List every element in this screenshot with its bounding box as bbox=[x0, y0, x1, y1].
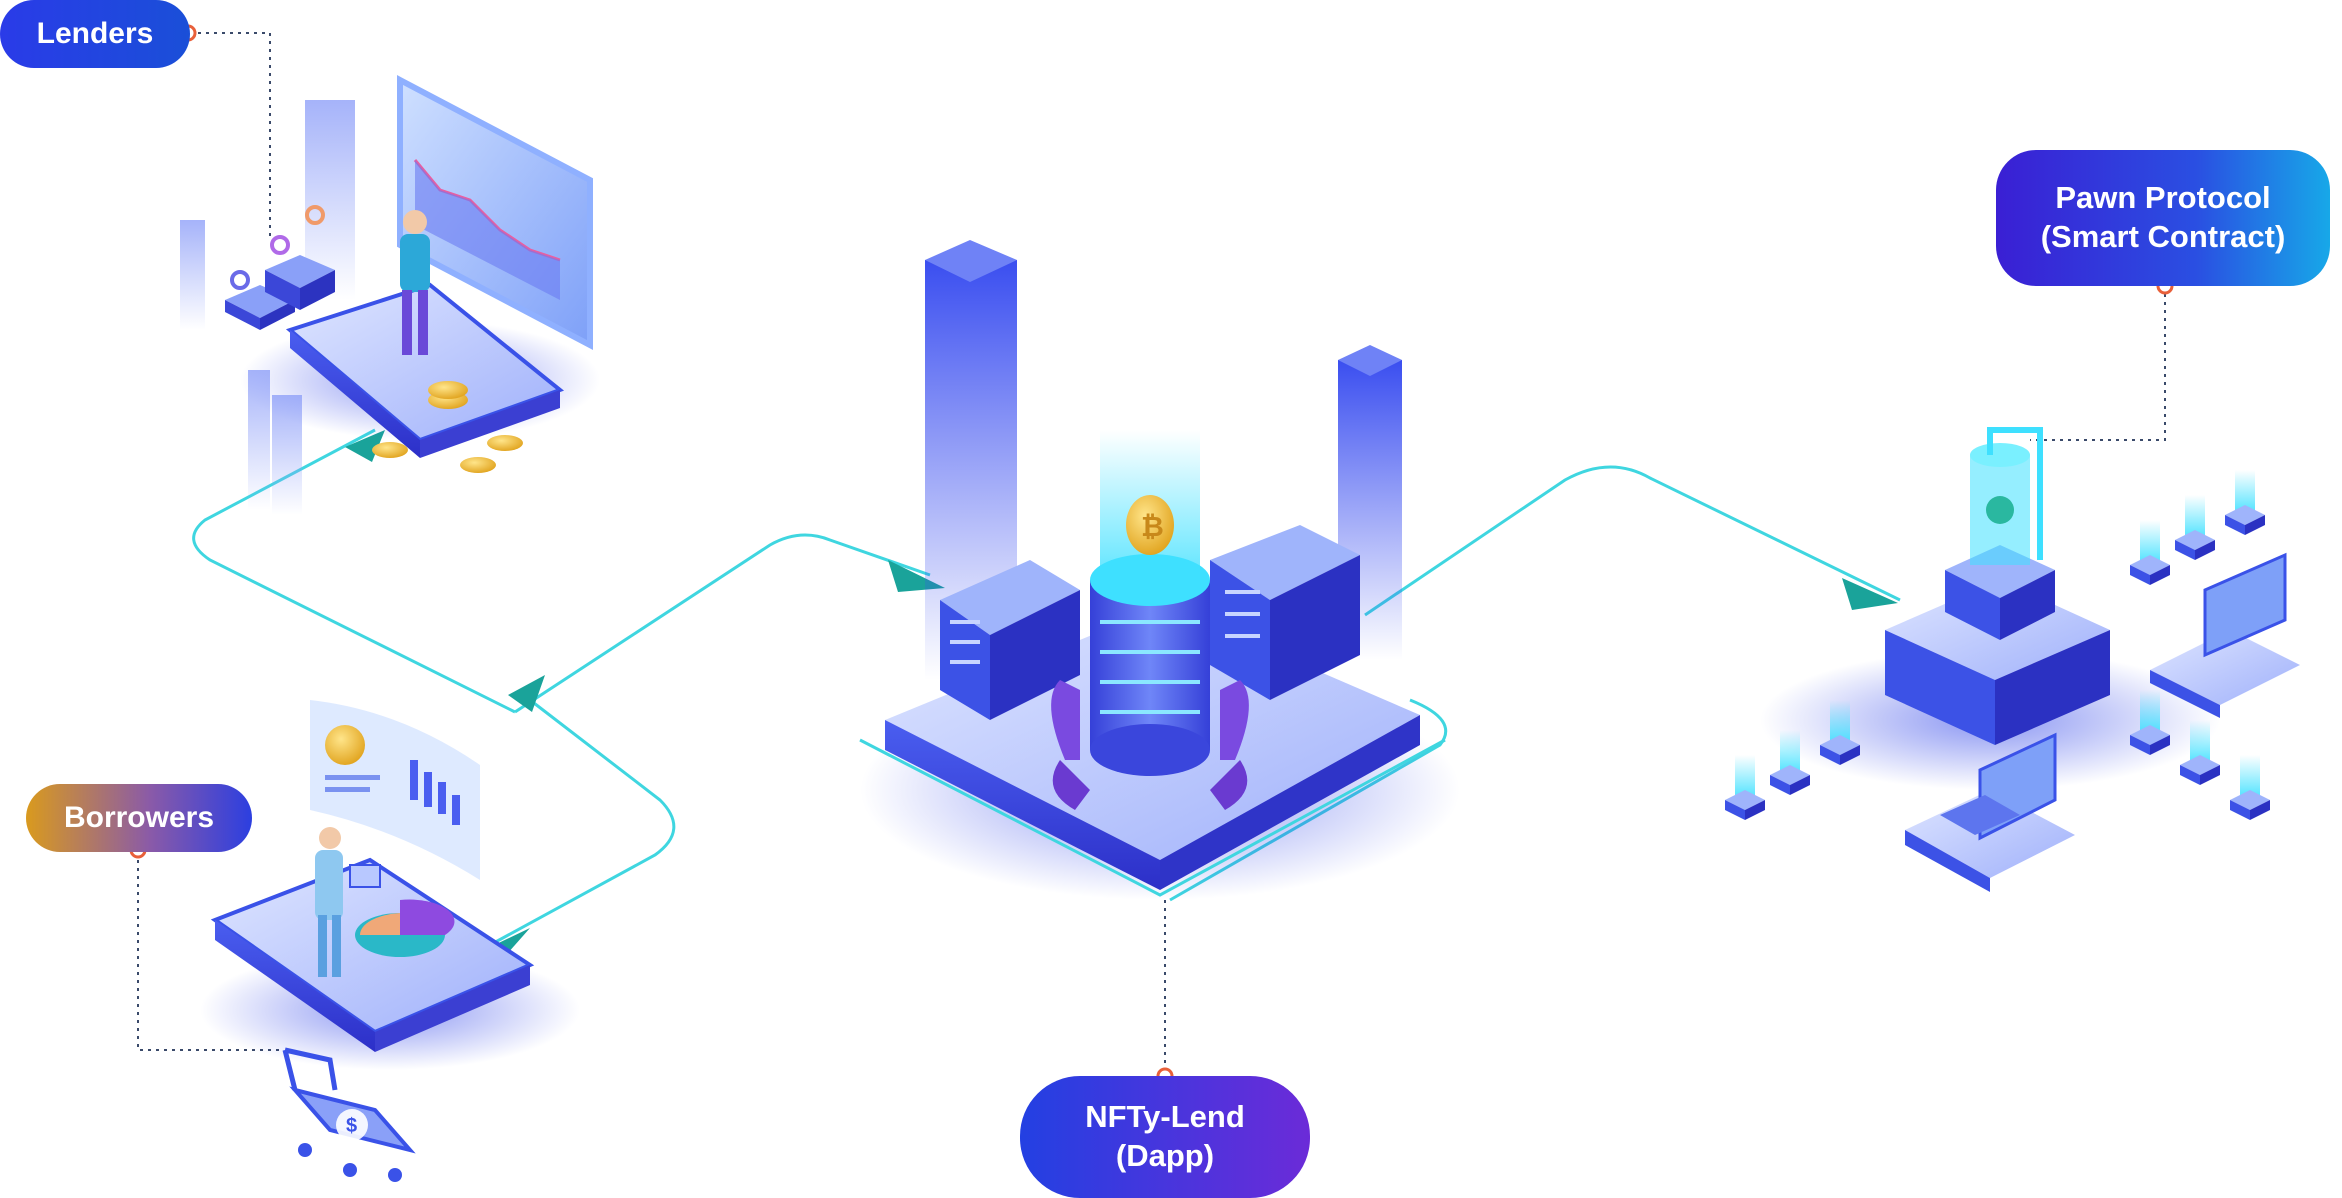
bitcoin-coin-icon: ₿ bbox=[1126, 495, 1174, 555]
connector-lenders bbox=[190, 32, 271, 240]
center-scene: ₿ bbox=[859, 240, 1460, 900]
flow-borrowers-to-lenders bbox=[192, 428, 516, 714]
nfty-lend-label-line1: NFTy-Lend bbox=[1085, 1099, 1245, 1135]
lenders-scene bbox=[180, 75, 600, 515]
borrowers-scene: $ bbox=[200, 700, 580, 1182]
flow-borrowers-loop bbox=[489, 698, 676, 947]
connector-pawn bbox=[2030, 286, 2166, 441]
nfty-lend-label: NFTy-Lend (Dapp) bbox=[1020, 1076, 1310, 1198]
lenders-label-text: Lenders bbox=[36, 17, 154, 51]
flow-center-to-pawn bbox=[1364, 465, 1901, 617]
pawn-protocol-label-line1: Pawn Protocol bbox=[2055, 180, 2271, 216]
monitor-icon bbox=[2150, 552, 2300, 718]
svg-text:$: $ bbox=[346, 1115, 357, 1137]
pawn-protocol-label-line2: (Smart Contract) bbox=[2040, 219, 2286, 254]
flow-diagram: $ ₿ bbox=[129, 24, 2300, 1182]
lenders-label: Lenders bbox=[0, 0, 190, 68]
pie-chart-icon bbox=[400, 899, 455, 935]
pawn-scene bbox=[1725, 427, 2300, 892]
svg-text:₿: ₿ bbox=[1141, 511, 1164, 542]
nfty-lend-label-line2: (Dapp) bbox=[1115, 1138, 1215, 1173]
flow-center-to-borrowers bbox=[514, 533, 931, 714]
borrowers-label: Borrowers bbox=[26, 784, 252, 852]
dollar-icon: $ bbox=[336, 1109, 368, 1141]
pawn-protocol-label: Pawn Protocol (Smart Contract) bbox=[1996, 150, 2330, 286]
borrowers-label-text: Borrowers bbox=[63, 801, 215, 835]
